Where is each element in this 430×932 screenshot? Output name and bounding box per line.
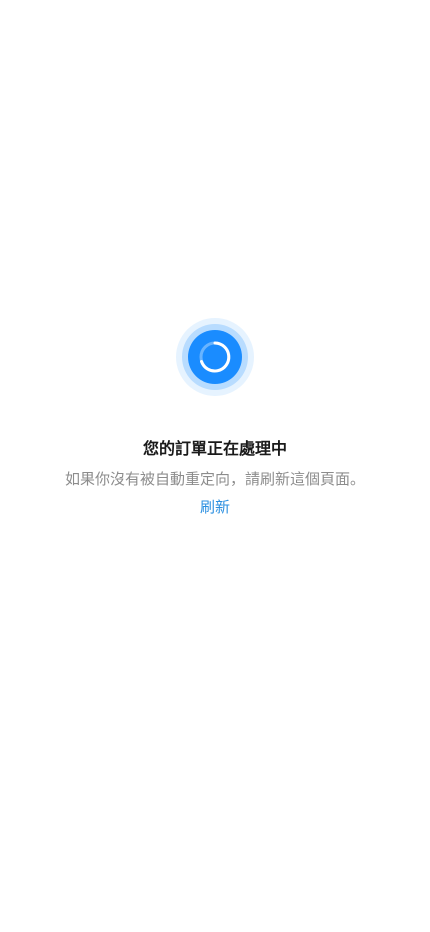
redirect-message: 如果你沒有被自動重定向，請刷新這個頁面。 xyxy=(64,470,365,488)
spinner-core xyxy=(188,330,242,384)
refresh-link[interactable]: 刷新 xyxy=(200,498,230,516)
loading-spinner-icon xyxy=(176,318,254,396)
spinner-arc-icon xyxy=(199,341,231,373)
refresh-link-row: 刷新 xyxy=(0,496,430,518)
processing-title: 您的訂單正在處理中 xyxy=(142,439,287,458)
